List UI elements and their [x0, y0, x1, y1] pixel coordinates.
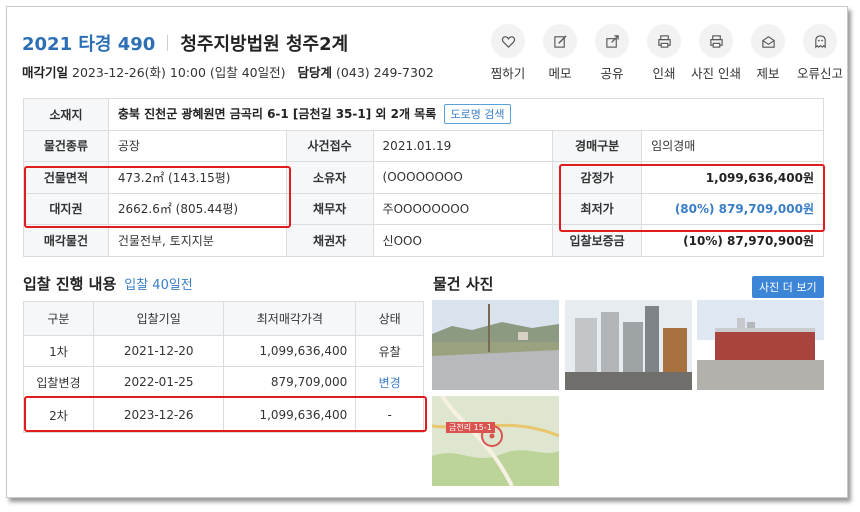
sale-date-label: 매각기일: [22, 65, 69, 80]
price-cell: 1,099,636,400: [223, 335, 357, 367]
price-cell: 879,709,000: [223, 366, 357, 398]
mail-open-icon: [761, 35, 775, 48]
dept-label: 담당계: [297, 65, 333, 80]
photo-print-button[interactable]: 사진 인쇄: [690, 24, 742, 82]
sale-date: 2023-12-26(화) 10:00 (입찰 40일전): [72, 65, 286, 80]
property-photo-3[interactable]: [697, 300, 824, 390]
court-name: 청주지방법원 청주2계: [180, 34, 349, 55]
share-label: 공유: [600, 66, 624, 81]
history-heading: 입찰 진행 내용: [23, 275, 117, 293]
road-search-button[interactable]: 도로명 검색: [444, 104, 511, 125]
photo-factory-image: [697, 300, 824, 390]
memo-label: 메모: [548, 66, 572, 81]
photo-print-label: 사진 인쇄: [691, 66, 741, 81]
share-icon: [605, 34, 619, 48]
col-status: 상태: [355, 301, 424, 336]
owner-label: 소유자: [285, 161, 374, 194]
owner-value: (OOOOOOOO: [372, 161, 554, 194]
highlight-area-box: [24, 166, 291, 228]
round-cell: 입찰변경: [23, 366, 94, 398]
col-date: 입찰기일: [92, 301, 225, 336]
debtor-value: 주OOOOOOOO: [372, 192, 554, 225]
error-report-label: 오류신고: [796, 66, 843, 81]
debtor-label: 채무자: [285, 192, 374, 225]
col-round: 구분: [23, 301, 94, 336]
creditor-label: 채권자: [285, 224, 374, 257]
print-label: 인쇄: [652, 66, 676, 81]
highlight-price-box: [559, 164, 825, 232]
highlight-round-box: [24, 396, 427, 432]
status-cell[interactable]: 변경: [355, 366, 424, 398]
property-photo-2[interactable]: [565, 300, 692, 390]
heart-icon: [501, 35, 515, 48]
location-map[interactable]: 금천리 15-1: [432, 396, 559, 486]
favorite-label: 찜하기: [490, 66, 526, 81]
received-label: 사건접수: [285, 129, 374, 162]
table-header-row: 구분 입찰기일 최저매각가격 상태: [23, 301, 424, 336]
photo-road-image: [432, 300, 559, 390]
print-button[interactable]: 인쇄: [638, 24, 690, 82]
memo-button[interactable]: 메모: [534, 24, 586, 82]
round-cell: 1차: [23, 335, 94, 367]
share-button[interactable]: 공유: [586, 24, 638, 82]
sale-info-line: 매각기일 2023-12-26(화) 10:00 (입찰 40일전) 담당계 (043…: [22, 62, 434, 81]
title-divider: [167, 35, 169, 51]
case-number: 2021 타경 490: [22, 34, 156, 55]
date-cell: 2021-12-20: [92, 335, 225, 367]
sale-item-label: 매각물건: [23, 224, 109, 257]
more-photos-button[interactable]: 사진 더 보기: [752, 276, 824, 298]
dept-phone: (043) 249-7302: [336, 65, 434, 80]
table-row: 입찰변경 2022-01-25 879,709,000 변경: [23, 366, 424, 398]
table-row: 1차 2021-12-20 1,099,636,400 유찰: [23, 335, 424, 367]
status-cell: 유찰: [355, 335, 424, 367]
edit-icon: [553, 34, 567, 48]
report-label: 제보: [756, 66, 780, 81]
sale-item-value: 건물전부, 토지지분: [107, 224, 287, 257]
table-row: 소재지 충북 진천군 광혜원면 금곡리 6-1 [금천길 35-1] 외 2개 …: [23, 98, 825, 131]
report-button[interactable]: 제보: [742, 24, 794, 82]
auction-type-label: 경매구분: [552, 129, 643, 162]
map-image: [432, 396, 559, 486]
photo-silo-image: [565, 300, 692, 390]
history-countdown[interactable]: 입찰 40일전: [124, 278, 193, 293]
printer-icon: [657, 34, 671, 48]
location-label: 소재지: [23, 98, 109, 131]
auction-type-value: 임의경매: [641, 129, 824, 162]
type-value: 공장: [107, 129, 287, 162]
date-cell: 2022-01-25: [92, 366, 225, 398]
ghost-icon: [814, 34, 826, 48]
page-title: 2021 타경 490 청주지방법원 청주2계: [22, 30, 348, 56]
table-row: 물건종류 공장 사건접수 2021.01.19 경매구분 임의경매: [23, 129, 824, 162]
favorite-button[interactable]: 찜하기: [482, 24, 534, 82]
printer-icon: [709, 34, 723, 48]
action-toolbar: 찜하기 메모 공유 인쇄 사진 인쇄 제보 오류신고: [482, 24, 846, 82]
location-value: 충북 진천군 광혜원면 금곡리 6-1 [금천길 35-1] 외 2개 목록: [117, 107, 437, 122]
type-label: 물건종류: [23, 129, 109, 162]
creditor-value: 신OOO: [372, 224, 554, 257]
map-marker-label: 금천리 15-1: [446, 422, 495, 433]
error-report-button[interactable]: 오류신고: [794, 24, 846, 82]
col-price: 최저매각가격: [223, 301, 357, 336]
received-value: 2021.01.19: [372, 129, 554, 162]
property-photo-1[interactable]: [432, 300, 559, 390]
history-title: 입찰 진행 내용 입찰 40일전: [23, 273, 193, 294]
photos-title: 물건 사진: [433, 275, 494, 293]
